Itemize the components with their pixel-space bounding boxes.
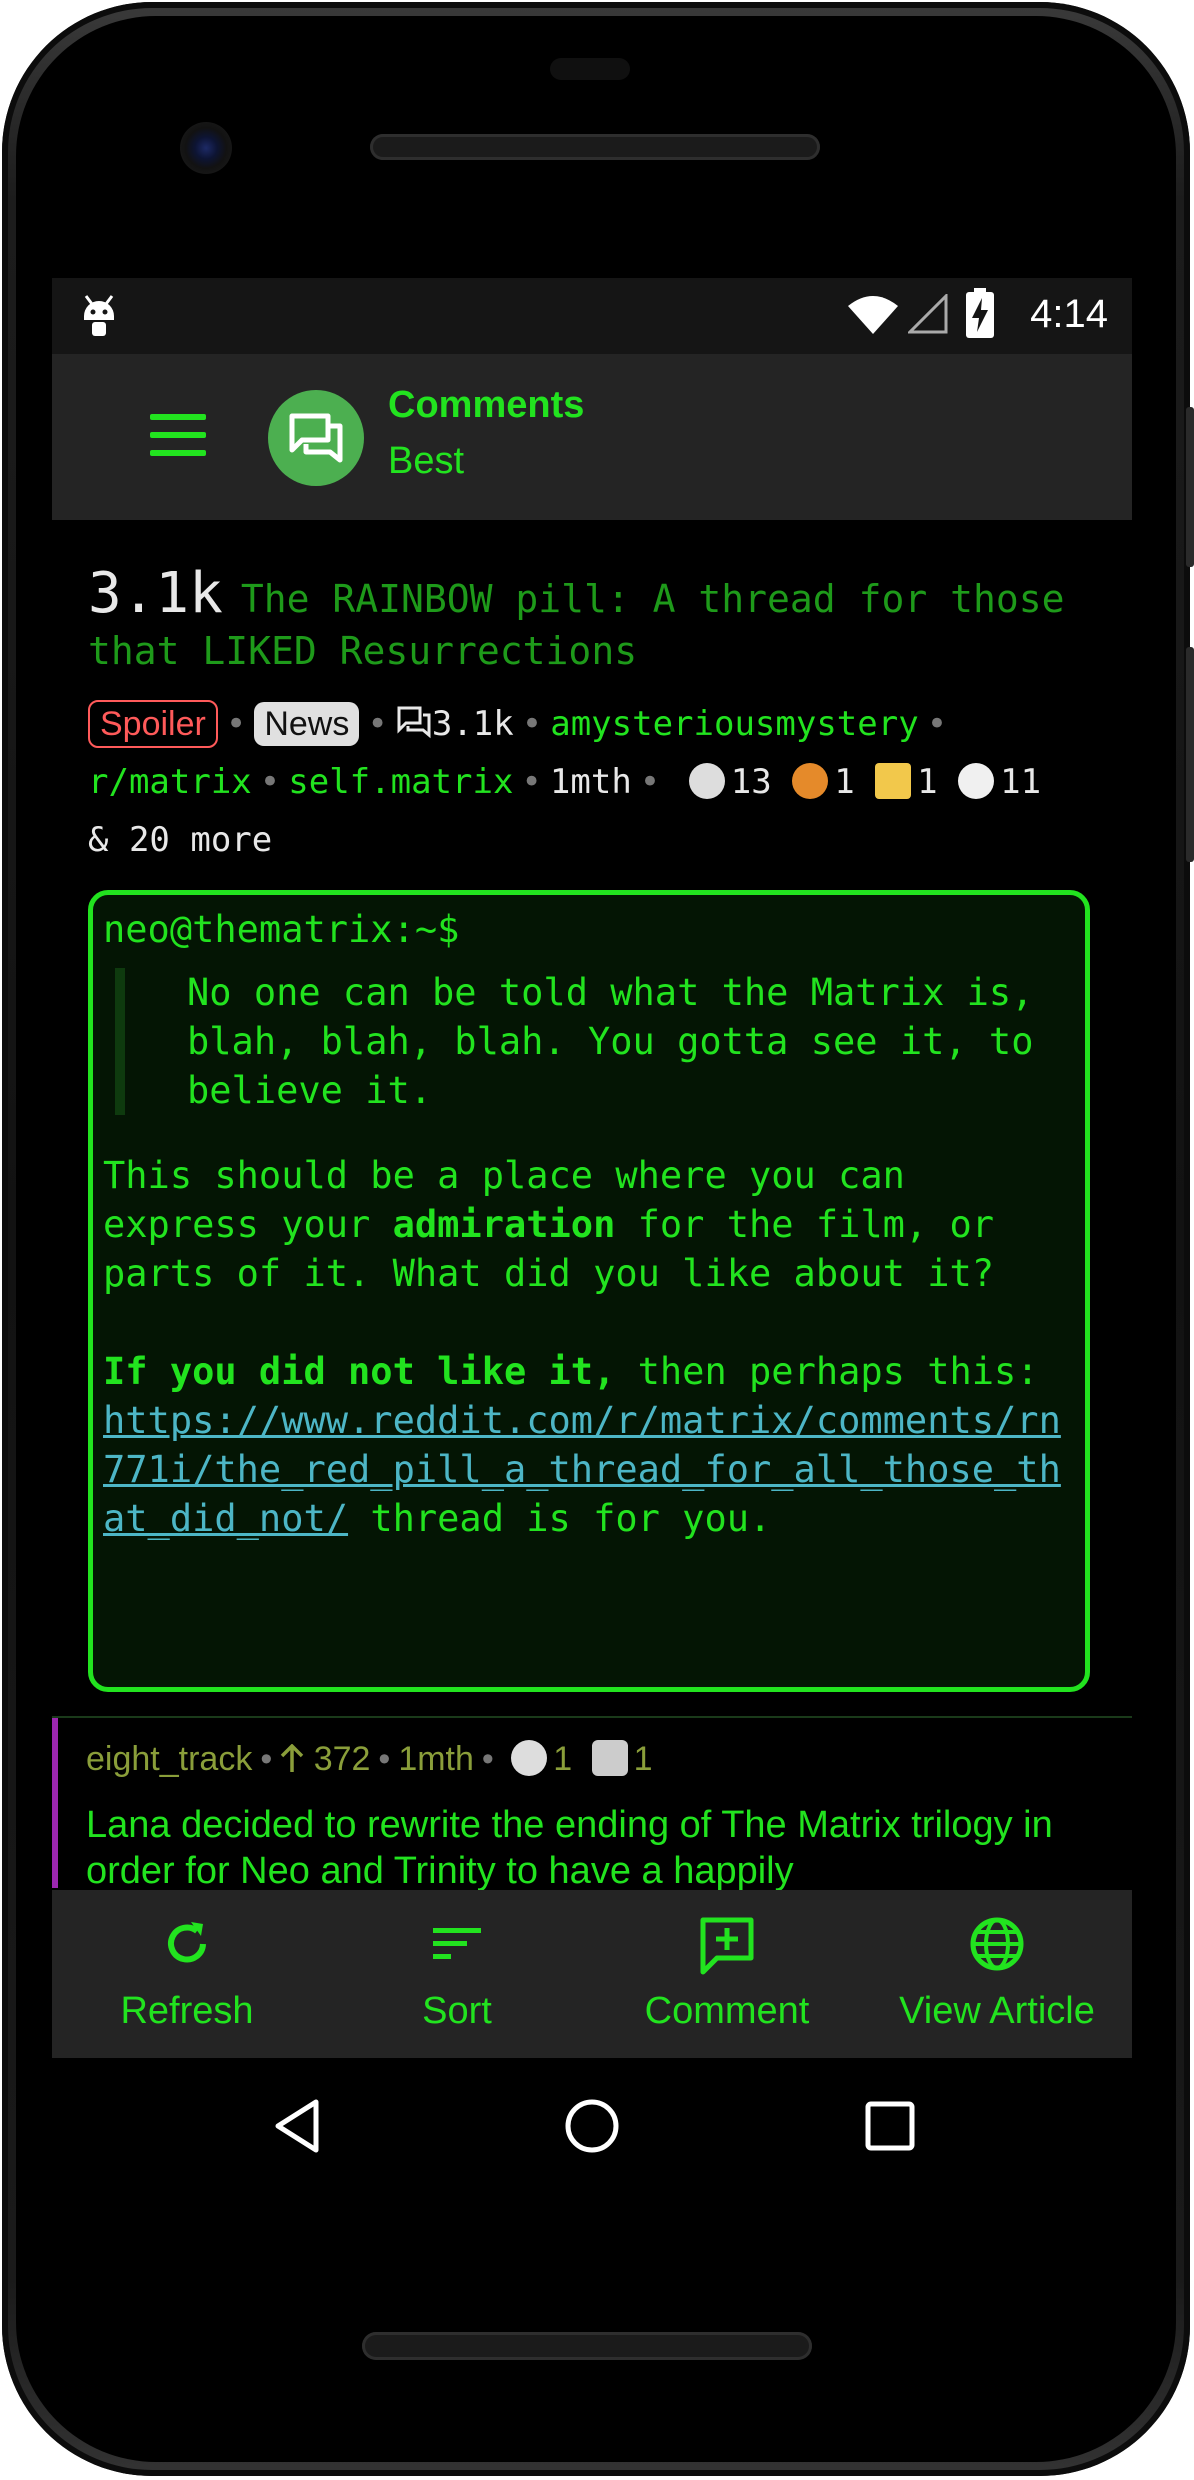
menu-icon[interactable] (150, 414, 206, 456)
comment-meta: eight_track • 372 • 1mth • 1 1 (86, 1740, 653, 1778)
cat-award-icon (792, 763, 829, 799)
post-age: 1mth (549, 762, 632, 802)
award-count: 11 (1000, 762, 1042, 802)
earpiece-speaker (370, 134, 820, 160)
refresh-label: Refresh (120, 1990, 254, 2032)
flair-tag: News (254, 702, 360, 746)
home-icon[interactable] (562, 2096, 622, 2156)
comment-age: 1mth (398, 1740, 474, 1778)
comment-label: Comment (644, 1990, 810, 2032)
globe-icon (970, 1917, 1024, 1971)
refresh-icon (168, 1922, 206, 1963)
post-title: The RAINBOW pill: A thread for those tha… (88, 577, 1065, 673)
body-paragraph: This should be a place where you can exp… (103, 1154, 995, 1295)
post-author[interactable]: amysteriousmystery (550, 704, 918, 744)
add-comment-icon (700, 1917, 754, 1975)
app-toolbar: Comments Best (52, 354, 1132, 520)
blockquote: No one can be told what the Matrix is, b… (115, 968, 1075, 1115)
bold-text: admiration (392, 1203, 616, 1246)
comment-button[interactable]: Comment (592, 1890, 862, 2058)
post-meta: Spoiler • News • 3.1k • amysteriousmystery • r/… (88, 695, 1098, 869)
award-count: 1 (633, 1740, 653, 1778)
back-icon[interactable] (268, 2096, 328, 2156)
silver-award-icon (688, 763, 725, 799)
post-score: 3.1k (88, 561, 223, 626)
comment-depth-bar (52, 1718, 58, 1888)
award-count: 13 (730, 762, 772, 802)
comment-item[interactable]: eight_track • 372 • 1mth • 1 1 Lana decided … (52, 1718, 1132, 1892)
post-domain[interactable]: self.matrix (288, 762, 513, 802)
status-time: 4:14 (1030, 292, 1108, 336)
view-article-label: View Article (899, 1990, 1095, 2032)
app-screen: 4:14 Comments Best 3.1k The RAINBOW pill:… (52, 278, 1132, 2058)
sort-icon (433, 1928, 481, 1959)
android-debug-icon (84, 295, 114, 336)
award-count: 1 (917, 762, 938, 802)
body-paragraph: If you did not like it, then perhaps thi… (103, 1350, 1061, 1540)
post-title-line[interactable]: 3.1k The RAINBOW pill: A thread for those… (88, 566, 1098, 677)
post-header: 3.1k The RAINBOW pill: A thread for those… (88, 566, 1098, 869)
terminal-prompt: neo@thematrix:~$ (103, 908, 460, 951)
toolbar-title: Comments (388, 384, 585, 426)
chat-bubbles-icon (289, 413, 343, 463)
sensor-slot (550, 58, 630, 80)
bottom-speaker (362, 2332, 812, 2360)
signal-icon (908, 294, 948, 334)
battery-charging-icon (966, 288, 994, 338)
sort-button[interactable]: Sort (322, 1890, 592, 2058)
volume-button (1186, 647, 1194, 862)
face-award-icon (958, 763, 995, 799)
more-awards[interactable]: & 20 more (88, 820, 272, 860)
status-bar: 4:14 (52, 278, 1132, 354)
power-button (1186, 407, 1194, 567)
front-camera (180, 122, 232, 174)
refresh-button[interactable]: Refresh (52, 1890, 322, 2058)
portrait-award-icon (875, 763, 912, 799)
comment-text: Lana decided to rewrite the ending of Th… (86, 1804, 1053, 1892)
toolbar-subtitle[interactable]: Best (388, 440, 464, 483)
comment-author[interactable]: eight_track (86, 1740, 252, 1778)
spoiler-tag: Spoiler (88, 700, 218, 748)
system-nav-bar (52, 2058, 1132, 2198)
post-subreddit[interactable]: r/matrix (88, 762, 252, 802)
handshake-award-icon (591, 1740, 628, 1776)
wifi-icon (848, 296, 898, 334)
recents-icon[interactable] (860, 2096, 920, 2156)
sort-label: Sort (422, 1990, 492, 2032)
comment-count: 3.1k (431, 704, 514, 744)
view-article-button[interactable]: View Article (862, 1890, 1132, 2058)
silver-award-icon (511, 1740, 548, 1776)
bold-text: If you did not like it, (103, 1350, 616, 1393)
award-count: 1 (553, 1740, 573, 1778)
post-body: neo@thematrix:~$ No one can be told what… (88, 890, 1090, 1692)
upvote-arrow-icon (280, 1743, 304, 1772)
comment-score: 372 (313, 1740, 371, 1778)
award-count: 1 (834, 762, 855, 802)
comments-count-icon (397, 706, 431, 739)
comments-avatar (268, 390, 364, 486)
bottom-action-bar: Refresh Sort Comment View Article (52, 1890, 1132, 2058)
